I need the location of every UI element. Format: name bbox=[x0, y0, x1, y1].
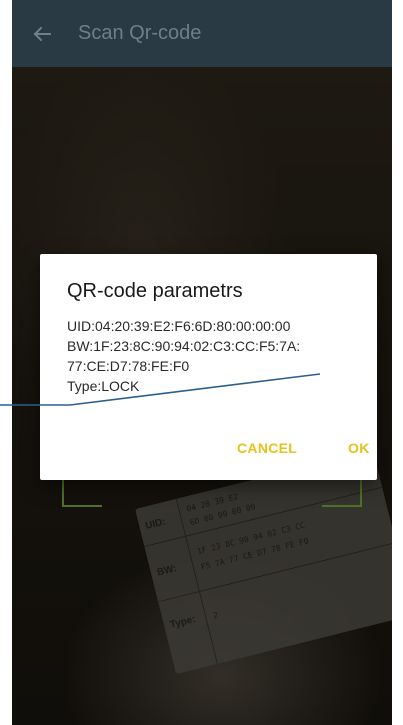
arrow-left-icon[interactable] bbox=[12, 0, 72, 67]
page-title: Scan Qr-code bbox=[78, 22, 202, 44]
dialog-body: UID:04:20:39:E2:F6:6D:80:00:00:00 BW:1F:… bbox=[67, 316, 367, 396]
ok-button[interactable]: OK bbox=[348, 440, 370, 456]
uid-text: UID:04:20:39:E2:F6:6D:80:00:00:00 bbox=[67, 318, 291, 334]
type-text: Type:LOCK bbox=[67, 378, 140, 394]
phone-screen: UID: 04 20 39 E2 6D 80 00 00 00 BW: 1F 2… bbox=[12, 0, 392, 725]
qr-params-dialog: QR-code parametrs UID:04:20:39:E2:F6:6D:… bbox=[40, 254, 377, 480]
dialog-title: QR-code parametrs bbox=[67, 280, 243, 302]
cancel-button[interactable]: CANCEL bbox=[237, 440, 297, 456]
app-bar: Scan Qr-code bbox=[12, 0, 392, 67]
bw-text-line2: 77:CE:D7:78:FE:F0 bbox=[67, 358, 190, 374]
bw-text-line1: BW:1F:23:8C:90:94:02:C3:CC:F5:7A: bbox=[67, 338, 301, 354]
